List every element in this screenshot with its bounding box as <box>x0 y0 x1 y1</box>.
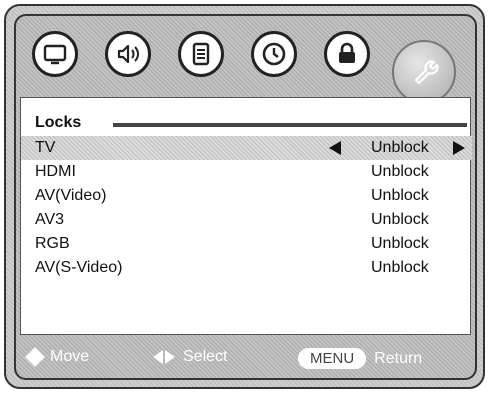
document-icon <box>192 42 210 66</box>
row-value: Unblock <box>371 187 429 204</box>
left-right-arrow-icon <box>153 350 175 364</box>
section-header: Locks <box>29 114 467 134</box>
return-hint: MENU Return <box>298 348 422 369</box>
list-item-av-s-video[interactable]: AV(S-Video) Unblock <box>21 256 472 280</box>
row-value: Unblock <box>371 259 429 276</box>
list-item-hdmi[interactable]: HDMI Unblock <box>21 160 472 184</box>
list-item-av-video[interactable]: AV(Video) Unblock <box>21 184 472 208</box>
section-title: Locks <box>35 114 82 131</box>
section-divider <box>113 123 467 127</box>
tab-audio[interactable] <box>105 31 151 77</box>
row-label: AV3 <box>35 211 65 228</box>
select-label: Select <box>183 348 228 365</box>
lock-list: TV Unblock HDMI Unblock AV(Video) Unbloc… <box>21 136 472 280</box>
tab-setup[interactable] <box>178 31 224 77</box>
row-label: HDMI <box>35 163 76 180</box>
row-value: Unblock <box>371 139 429 156</box>
up-down-arrow-icon <box>25 347 45 367</box>
locks-panel: Locks TV Unblock HDMI Unblock AV(Video) … <box>20 97 472 335</box>
speaker-icon <box>117 44 139 64</box>
tab-settings[interactable] <box>392 40 456 104</box>
tab-lock[interactable] <box>324 31 370 77</box>
row-value: Unblock <box>371 235 429 252</box>
move-label: Move <box>50 348 90 365</box>
row-value: Unblock <box>371 211 429 228</box>
row-label: TV <box>35 139 56 156</box>
left-arrow-icon[interactable] <box>329 141 341 155</box>
move-hint: Move <box>25 347 90 367</box>
list-item-tv[interactable]: TV Unblock <box>21 136 472 160</box>
list-item-rgb[interactable]: RGB Unblock <box>21 232 472 256</box>
menu-button[interactable]: MENU <box>298 348 367 369</box>
tab-picture[interactable] <box>32 31 78 77</box>
row-label: AV(S-Video) <box>35 259 123 276</box>
tv-icon <box>43 44 67 65</box>
row-value: Unblock <box>371 163 429 180</box>
wrench-icon <box>414 60 439 85</box>
clock-icon <box>262 42 286 66</box>
row-label: RGB <box>35 235 70 252</box>
right-arrow-icon[interactable] <box>453 141 465 155</box>
row-label: AV(Video) <box>35 187 107 204</box>
lock-icon <box>339 42 355 63</box>
return-label: Return <box>374 349 423 367</box>
select-hint: Select <box>153 348 227 366</box>
list-item-av3[interactable]: AV3 Unblock <box>21 208 472 232</box>
help-bar: Move Select MENU Return <box>20 339 471 375</box>
tab-time[interactable] <box>251 31 297 77</box>
tab-bar <box>14 14 477 104</box>
